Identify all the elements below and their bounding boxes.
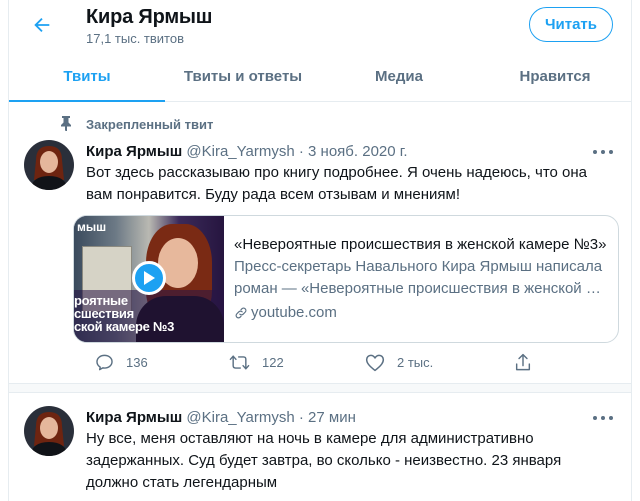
card-title: «Невероятные происшествия в женской каме… (234, 236, 607, 253)
more-icon (593, 416, 613, 420)
author-handle[interactable]: @Kira_Yarmysh (186, 409, 294, 426)
like-icon (365, 354, 385, 372)
retweet-icon (229, 355, 250, 370)
play-button[interactable] (132, 261, 166, 295)
pinned-label: Закрепленный твит (86, 117, 214, 132)
tweet-text: Ну все, меня оставляют на ночь в камере … (86, 428, 616, 494)
tweet-meta: Кира Ярмыш @Kira_Yarmysh · 3 нояб. 2020 … (86, 143, 408, 160)
follow-button[interactable]: Читать (529, 7, 613, 42)
share-icon (515, 353, 531, 371)
tab-media[interactable]: Медиа (321, 52, 477, 101)
more-button[interactable] (593, 411, 613, 425)
reply-count: 136 (126, 355, 148, 370)
card-domain: youtube.com (251, 304, 337, 321)
card-thumbnail: мыш роятные сшествия ской камере №3 (74, 216, 224, 342)
tweet-actions: 136 122 2 тыс. (86, 353, 546, 375)
back-button[interactable] (29, 12, 55, 38)
tweet-text-line: Вот здесь рассказываю про книгу подробне… (86, 164, 588, 181)
thumb-top-text: мыш (77, 220, 107, 234)
card-description: Пресс-секретарь Навального Кира Ярмыш на… (234, 256, 608, 300)
link-icon (235, 307, 247, 319)
tweet-text-line: вам понравится. Буду рада всем отзывам и… (86, 186, 460, 203)
card-description-line: Пресс-секретарь Навального Кира Ярмыш на… (234, 258, 603, 275)
play-icon (144, 271, 155, 285)
like-count: 2 тыс. (397, 355, 434, 370)
tab-tweets[interactable]: Твиты (9, 52, 165, 102)
thumb-overlay-text: роятные сшествия ской камере №3 (74, 293, 174, 334)
back-arrow-icon (34, 17, 50, 33)
tweet-text-line: Ну все, меня оставляют на ночь в камере … (86, 430, 534, 447)
pinned-indicator (59, 115, 73, 131)
avatar[interactable] (24, 406, 74, 456)
meta-separator: · (298, 409, 304, 426)
card-body: «Невероятные происшествия в женской каме… (224, 216, 618, 342)
card-link: youtube.com (234, 302, 608, 324)
tweet-text-line: должно стать легендарным (86, 474, 278, 491)
avatar[interactable] (24, 140, 74, 190)
tweet-count: 17,1 тыс. твитов (86, 31, 185, 46)
tweet-time[interactable]: 3 нояб. 2020 г. (308, 143, 408, 160)
profile-header: Кира Ярмыш 17,1 тыс. твитов Читать (9, 0, 631, 52)
tweet-pinned[interactable]: Закрепленный твит Кира Ярмыш @Kira_Yarmy… (9, 103, 631, 384)
author-name[interactable]: Кира Ярмыш (86, 409, 182, 426)
tab-tweets-and-replies[interactable]: Твиты и ответы (165, 52, 321, 101)
retweet-count: 122 (262, 355, 284, 370)
tweet-text-line: задержанных. Суд будет завтра, во скольк… (86, 452, 562, 469)
profile-name: Кира Ярмыш (86, 6, 213, 28)
more-button[interactable] (593, 145, 613, 159)
share-button[interactable] (514, 353, 532, 372)
tweet-time[interactable]: 27 мин (308, 409, 356, 426)
pin-icon (61, 116, 71, 131)
profile-tabs: Твиты Твиты и ответы Медиа Нравится (9, 52, 631, 102)
link-card[interactable]: мыш роятные сшествия ской камере №3 «Нев… (73, 215, 619, 343)
retweet-button[interactable]: 122 (229, 353, 284, 372)
author-name[interactable]: Кира Ярмыш (86, 143, 182, 160)
reply-button[interactable]: 136 (95, 353, 148, 372)
tweet[interactable]: Кира Ярмыш @Kira_Yarmysh · 27 мин Ну все… (9, 392, 631, 501)
meta-separator: · (298, 143, 304, 160)
more-icon (593, 150, 613, 154)
like-button[interactable]: 2 тыс. (365, 353, 433, 372)
reply-icon (96, 354, 113, 371)
tweet-meta: Кира Ярмыш @Kira_Yarmysh · 27 мин (86, 409, 356, 426)
tab-likes[interactable]: Нравится (477, 52, 631, 101)
author-handle[interactable]: @Kira_Yarmysh (186, 143, 294, 160)
profile-timeline: Кира Ярмыш 17,1 тыс. твитов Читать Твиты… (8, 0, 632, 501)
tweet-text: Вот здесь рассказываю про книгу подробне… (86, 162, 616, 206)
tweet-divider (9, 384, 631, 392)
card-description-line: роман — «Невероятные происшествия в женс… (234, 280, 601, 297)
